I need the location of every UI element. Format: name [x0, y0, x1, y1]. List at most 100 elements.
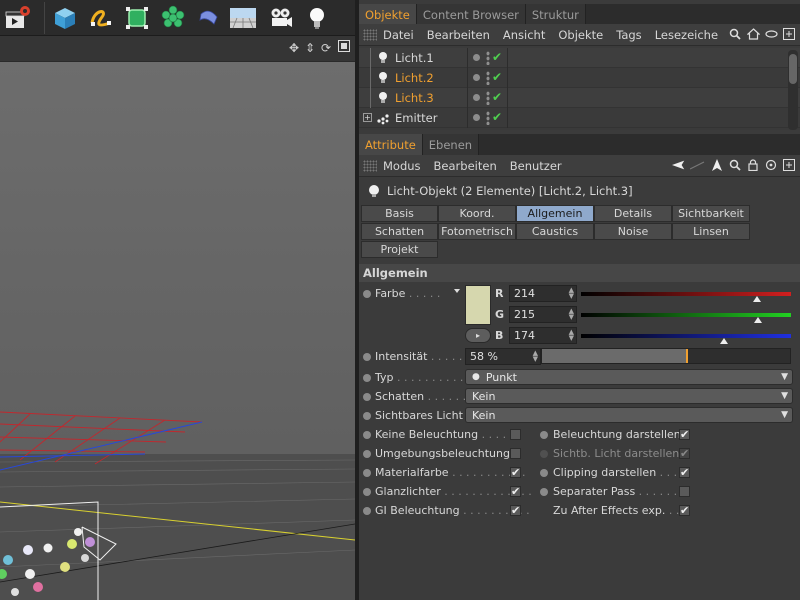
animation-radio[interactable]	[363, 412, 371, 420]
checkbox[interactable]	[510, 429, 521, 440]
camera-icon[interactable]	[266, 3, 296, 33]
b-slider-handle[interactable]	[720, 338, 729, 344]
animation-radio[interactable]	[363, 393, 371, 401]
home-icon[interactable]	[746, 27, 760, 41]
animation-radio[interactable]	[363, 507, 371, 515]
spinner-arrows-icon[interactable]: ▲ ▼	[533, 350, 538, 363]
tab-koord[interactable]: Koord.	[438, 205, 516, 222]
object-row-licht-3[interactable]: Licht.3 ✔	[359, 88, 800, 108]
render-visibility-dots[interactable]	[486, 111, 490, 125]
spline-pen-icon[interactable]	[86, 3, 116, 33]
cloner-icon[interactable]	[158, 3, 188, 33]
cube-primitive-icon[interactable]	[50, 3, 80, 33]
expand-triangle-icon[interactable]	[454, 289, 460, 293]
animation-radio[interactable]	[540, 488, 548, 496]
spinner-arrows-icon[interactable]: ▲ ▼	[569, 287, 574, 300]
object-row-licht-2[interactable]: Licht.2 ✔	[359, 68, 800, 88]
animation-radio[interactable]	[363, 469, 371, 477]
spinner-arrows-icon[interactable]: ▲ ▼	[569, 308, 574, 321]
animation-radio[interactable]	[363, 488, 371, 496]
intensitaet-field[interactable]: 58 % ▲ ▼	[465, 348, 541, 365]
zoom-view-icon[interactable]: ⇕	[305, 41, 315, 55]
menu-objekte[interactable]: Objekte	[558, 28, 603, 42]
back-arrow-icon[interactable]	[672, 158, 686, 172]
new-window-icon[interactable]	[782, 27, 796, 41]
settings-circle-icon[interactable]	[764, 158, 778, 172]
maximize-view-icon[interactable]	[338, 40, 350, 55]
3d-viewport[interactable]	[0, 62, 355, 600]
render-visibility-dots[interactable]	[486, 91, 490, 105]
menu-lesezeichen[interactable]: Lesezeiche	[655, 28, 718, 42]
object-row-licht-1[interactable]: Licht.1 ✔	[359, 48, 800, 68]
animation-radio[interactable]	[363, 353, 371, 361]
object-list-scrollbar[interactable]	[788, 50, 798, 130]
menu-tags[interactable]: Tags	[616, 28, 641, 42]
animation-radio[interactable]	[540, 469, 548, 477]
menu-ansicht[interactable]: Ansicht	[503, 28, 545, 42]
subdivision-surface-icon[interactable]	[122, 3, 152, 33]
g-field[interactable]: 215 ▲ ▼	[509, 306, 577, 323]
up-arrow-icon[interactable]	[710, 158, 724, 172]
tab-fotometrisch[interactable]: Fotometrisch	[438, 223, 516, 240]
scrollbar-thumb[interactable]	[789, 54, 797, 84]
render-visibility-dots[interactable]	[486, 51, 490, 65]
animation-radio[interactable]	[363, 290, 371, 298]
tab-schatten[interactable]: Schatten	[361, 223, 438, 240]
tab-noise[interactable]: Noise	[594, 223, 672, 240]
enabled-check-icon[interactable]: ✔	[492, 90, 502, 104]
tab-attribute[interactable]: Attribute	[359, 134, 423, 156]
render-visibility-dots[interactable]	[486, 71, 490, 85]
checkbox[interactable]	[510, 448, 521, 459]
g-slider-handle[interactable]	[754, 317, 763, 323]
rotate-view-icon[interactable]: ⟳	[321, 41, 331, 55]
visibility-dot[interactable]	[473, 74, 480, 81]
forward-arrow-icon[interactable]	[690, 158, 706, 172]
r-field[interactable]: 214 ▲ ▼	[509, 285, 577, 302]
menu-datei[interactable]: Datei	[383, 28, 414, 42]
checkbox[interactable]	[679, 486, 690, 497]
light-bulb-icon[interactable]	[302, 3, 332, 33]
animation-radio[interactable]	[363, 431, 371, 439]
tab-details[interactable]: Details	[594, 205, 672, 222]
enabled-check-icon[interactable]: ✔	[492, 110, 502, 124]
tab-ebenen[interactable]: Ebenen	[422, 134, 480, 156]
lock-icon[interactable]	[746, 158, 760, 172]
schatten-dropdown[interactable]: Kein ▼	[465, 388, 793, 404]
typ-dropdown[interactable]: ● Punkt ▼	[465, 369, 793, 385]
tab-struktur[interactable]: Struktur	[525, 4, 586, 26]
visibility-dot[interactable]	[473, 54, 480, 61]
tab-content-browser[interactable]: Content Browser	[416, 4, 526, 26]
checkbox[interactable]: ✔	[679, 429, 690, 440]
eye-icon[interactable]	[764, 27, 778, 41]
move-view-icon[interactable]: ✥	[289, 41, 299, 55]
search-icon[interactable]	[728, 158, 742, 172]
deformer-bend-icon[interactable]	[194, 3, 224, 33]
visibility-dot[interactable]	[473, 94, 480, 101]
menu-bearbeiten[interactable]: Bearbeiten	[427, 28, 490, 42]
object-row-emitter[interactable]: + Emitter ✔	[359, 108, 800, 128]
color-mode-button[interactable]: ▸	[465, 328, 491, 343]
b-slider[interactable]	[581, 334, 791, 338]
tab-sichtbarkeit[interactable]: Sichtbarkeit	[672, 205, 750, 222]
checkbox[interactable]: ✔	[679, 505, 690, 516]
menu-benutzer[interactable]: Benutzer	[510, 159, 562, 173]
intensitaet-slider-handle[interactable]	[685, 349, 688, 363]
spinner-arrows-icon[interactable]: ▲ ▼	[569, 329, 574, 342]
tab-objekte[interactable]: Objekte	[359, 4, 417, 26]
animation-radio[interactable]	[363, 374, 371, 382]
new-window-icon[interactable]	[782, 158, 796, 172]
color-swatch[interactable]	[465, 285, 491, 325]
checkbox[interactable]: ✔	[679, 467, 690, 478]
checkbox[interactable]: ✔	[510, 467, 521, 478]
tab-basis[interactable]: Basis	[361, 205, 438, 222]
tab-linsen[interactable]: Linsen	[672, 223, 750, 240]
grip-handle[interactable]	[363, 159, 377, 172]
enabled-check-icon[interactable]: ✔	[492, 70, 502, 84]
checkbox[interactable]: ✔	[510, 486, 521, 497]
animation-radio[interactable]	[540, 431, 548, 439]
search-icon[interactable]	[728, 27, 742, 41]
visibility-dot[interactable]	[473, 114, 480, 121]
tab-caustics[interactable]: Caustics	[516, 223, 594, 240]
floor-environment-icon[interactable]	[228, 3, 258, 33]
intensitaet-slider[interactable]	[541, 348, 791, 364]
